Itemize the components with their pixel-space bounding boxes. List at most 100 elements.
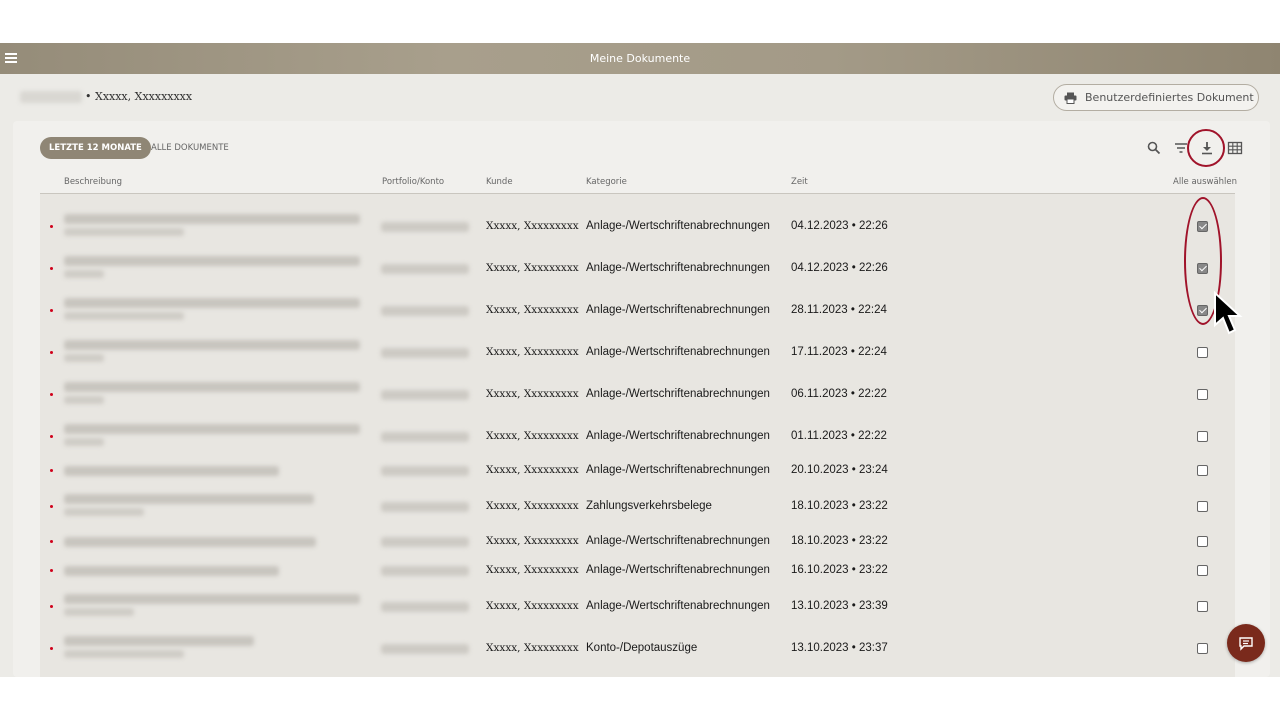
table-row[interactable]: Xxxxx, Xxxxxxxxx Anlage-/Wertschriftenab… [40, 374, 1235, 408]
redacted-portfolio [381, 306, 469, 316]
tab-all-documents[interactable]: ALLE DOKUMENTE [151, 143, 229, 153]
redacted-description [64, 594, 360, 604]
row-time: 18.10.2023 • 23:22 [791, 535, 888, 547]
row-checkbox[interactable] [1197, 347, 1208, 358]
redacted-description [64, 494, 314, 504]
documents-card: LETZTE 12 MONATE ALLE DOKUMENTE Beschrei… [13, 121, 1270, 677]
redacted-description [64, 298, 360, 308]
redacted-description [64, 508, 144, 516]
row-time: 28.11.2023 • 22:24 [791, 304, 887, 316]
row-checkbox[interactable] [1197, 601, 1208, 612]
row-checkbox[interactable] [1197, 431, 1208, 442]
grid-icon[interactable] [1226, 139, 1244, 157]
row-customer: Xxxxx, Xxxxxxxxx [486, 430, 579, 442]
redacted-description [64, 424, 360, 434]
table-row[interactable]: Xxxxx, Xxxxxxxxx Anlage-/Wertschriftenab… [40, 332, 1235, 366]
tab-last-12-months[interactable]: LETZTE 12 MONATE [40, 137, 151, 159]
redacted-name [20, 91, 82, 103]
redacted-portfolio [381, 602, 469, 612]
redacted-description [64, 270, 104, 278]
select-all-label[interactable]: Alle auswählen [1173, 177, 1237, 187]
header-category[interactable]: Kategorie [586, 177, 627, 187]
redacted-portfolio [381, 502, 469, 512]
row-marker [50, 309, 53, 312]
row-checkbox[interactable] [1197, 536, 1208, 547]
download-highlight-circle [1187, 129, 1225, 167]
sub-header: • Xxxxx, Xxxxxxxxx Benutzerdefiniertes D… [0, 74, 1280, 121]
redacted-portfolio [381, 390, 469, 400]
row-marker [50, 605, 53, 608]
row-checkbox[interactable] [1197, 565, 1208, 576]
row-category: Anlage-/Wertschriftenabrechnungen [586, 564, 770, 576]
row-checkbox[interactable] [1197, 465, 1208, 476]
table-row[interactable]: Xxxxx, Xxxxxxxxx Anlage-/Wertschriftenab… [40, 556, 1235, 584]
menu-icon[interactable] [5, 53, 17, 63]
row-time: 17.11.2023 • 22:24 [791, 346, 887, 358]
row-category: Anlage-/Wertschriftenabrechnungen [586, 220, 770, 232]
mouse-cursor-icon [1214, 291, 1243, 335]
documents-table-body: Xxxxx, Xxxxxxxxx Anlage-/Wertschriftenab… [40, 194, 1235, 677]
table-row[interactable]: Xxxxx, Xxxxxxxxx Anlage-/Wertschriftenab… [40, 586, 1235, 620]
redacted-description [64, 537, 316, 547]
row-category: Zahlungsverkehrsbelege [586, 500, 712, 512]
row-marker [50, 469, 53, 472]
row-time: 13.10.2023 • 23:37 [791, 642, 888, 654]
row-category: Anlage-/Wertschriftenabrechnungen [586, 304, 770, 316]
row-category: Anlage-/Wertschriftenabrechnungen [586, 346, 770, 358]
row-marker [50, 393, 53, 396]
redacted-description [64, 256, 360, 266]
redacted-portfolio [381, 432, 469, 442]
redacted-portfolio [381, 537, 469, 547]
row-customer: Xxxxx, Xxxxxxxxx [486, 564, 579, 576]
table-row[interactable]: Xxxxx, Xxxxxxxxx Anlage-/Wertschriftenab… [40, 248, 1235, 282]
row-customer: Xxxxx, Xxxxxxxxx [486, 500, 579, 512]
row-customer: Xxxxx, Xxxxxxxxx [486, 220, 579, 232]
table-row[interactable]: Xxxxx, Xxxxxxxxx Zahlungsverkehrsbelege … [40, 486, 1235, 520]
table-row[interactable]: Xxxxx, Xxxxxxxxx Anlage-/Wertschriftenab… [40, 290, 1235, 324]
row-category: Anlage-/Wertschriftenabrechnungen [586, 388, 770, 400]
redacted-description [64, 650, 184, 658]
row-time: 18.10.2023 • 23:22 [791, 500, 888, 512]
redacted-description [64, 354, 104, 362]
table-row[interactable]: Xxxxx, Xxxxxxxxx Anlage-/Wertschriftenab… [40, 206, 1235, 240]
row-customer: Xxxxx, Xxxxxxxxx [486, 535, 579, 547]
custom-document-button[interactable]: Benutzerdefiniertes Dokument [1053, 84, 1259, 111]
table-row[interactable]: Xxxxx, Xxxxxxxxx Anlage-/Wertschriftenab… [40, 456, 1235, 484]
row-category: Anlage-/Wertschriftenabrechnungen [586, 262, 770, 274]
title-bar: Meine Dokumente [0, 43, 1280, 74]
header-time[interactable]: Zeit [791, 177, 808, 187]
customer-name: • Xxxxx, Xxxxxxxxx [85, 90, 193, 103]
table-row[interactable]: Xxxxx, Xxxxxxxxx Anlage-/Wertschriftenab… [40, 416, 1235, 450]
row-marker [50, 351, 53, 354]
redacted-portfolio [381, 644, 469, 654]
redacted-portfolio [381, 566, 469, 576]
redacted-description [64, 214, 360, 224]
table-row[interactable]: Xxxxx, Xxxxxxxxx Anlage-/Wertschriftenab… [40, 527, 1235, 555]
header-portfolio[interactable]: Portfolio/Konto [382, 177, 444, 187]
custom-document-label: Benutzerdefiniertes Dokument [1085, 91, 1254, 104]
row-time: 16.10.2023 • 23:22 [791, 564, 888, 576]
row-category: Anlage-/Wertschriftenabrechnungen [586, 600, 770, 612]
header-customer[interactable]: Kunde [486, 177, 513, 187]
redacted-portfolio [381, 264, 469, 274]
row-category: Konto-/Depotauszüge [586, 642, 698, 654]
row-customer: Xxxxx, Xxxxxxxxx [486, 262, 579, 274]
chat-button[interactable] [1227, 624, 1265, 662]
redacted-description [64, 382, 360, 392]
row-checkbox[interactable] [1197, 501, 1208, 512]
redacted-description [64, 566, 279, 576]
row-marker [50, 435, 53, 438]
row-customer: Xxxxx, Xxxxxxxxx [486, 600, 579, 612]
chat-icon [1239, 637, 1253, 651]
row-checkbox[interactable] [1197, 643, 1208, 654]
header-description[interactable]: Beschreibung [64, 177, 122, 187]
row-marker [50, 569, 53, 572]
row-marker [50, 505, 53, 508]
row-checkbox[interactable] [1197, 389, 1208, 400]
search-icon[interactable] [1145, 139, 1163, 157]
row-marker [50, 647, 53, 650]
table-row[interactable]: Xxxxx, Xxxxxxxxx Konto-/Depotauszüge 13.… [40, 628, 1235, 662]
row-marker [50, 540, 53, 543]
row-category: Anlage-/Wertschriftenabrechnungen [586, 535, 770, 547]
page-title: Meine Dokumente [589, 52, 691, 65]
